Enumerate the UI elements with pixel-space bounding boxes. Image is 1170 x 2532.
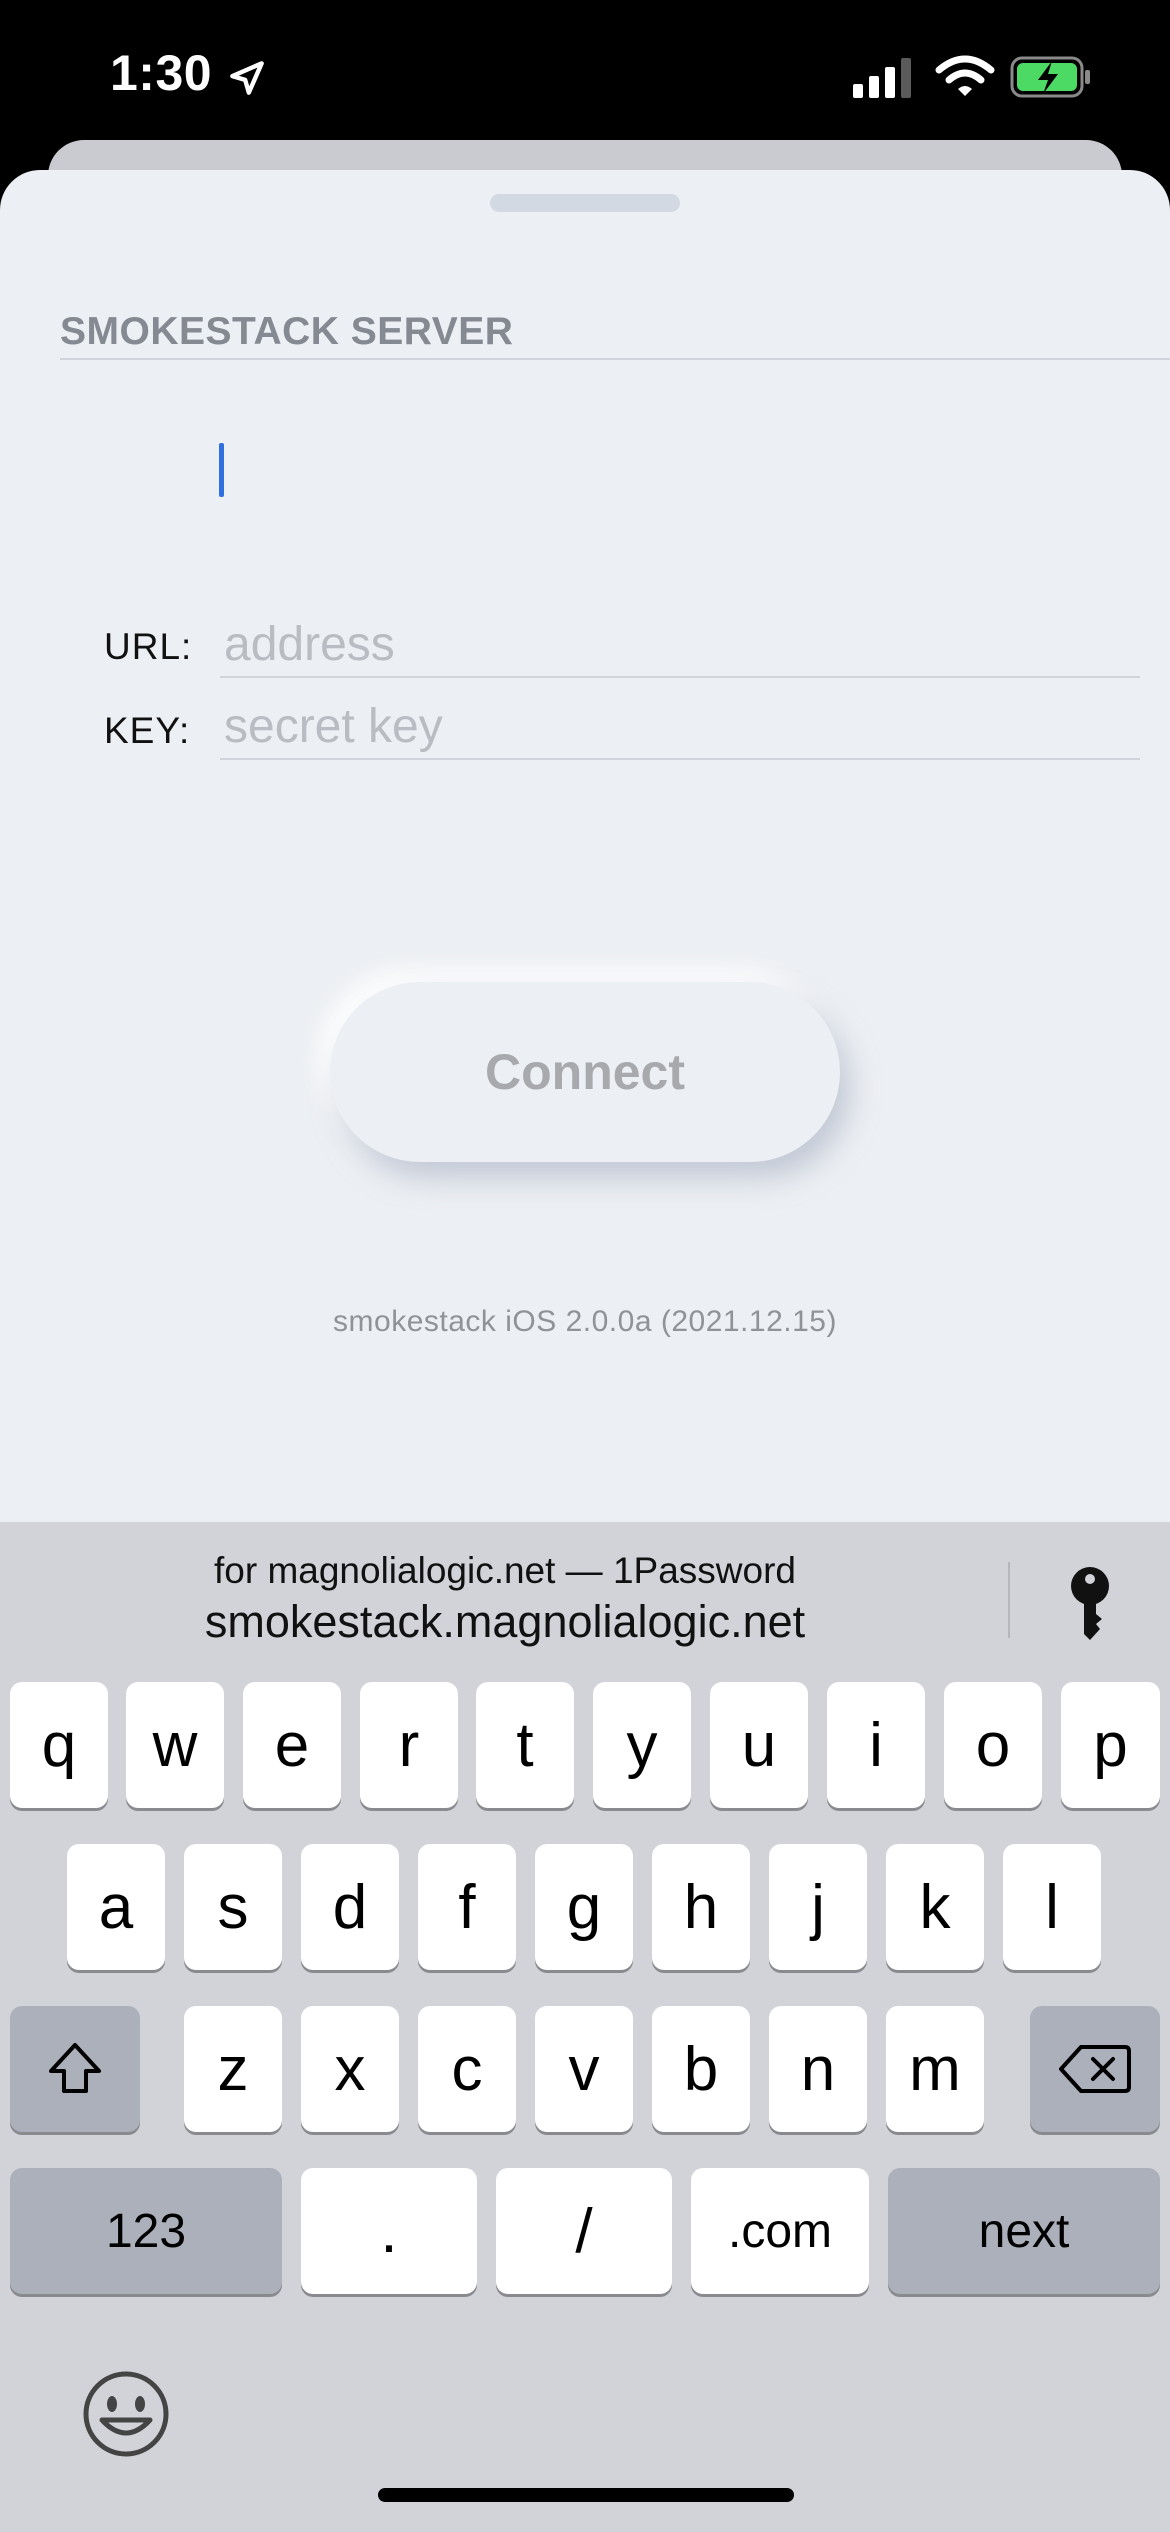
slash-key[interactable]: / [496,2168,672,2294]
emoji-icon[interactable] [80,2368,172,2460]
key-b[interactable]: b [652,2006,750,2132]
shift-icon [49,2043,101,2093]
key-c[interactable]: c [418,2006,516,2132]
key-p[interactable]: p [1061,1682,1160,1808]
cellular-signal-icon [853,58,911,98]
server-sheet [0,170,1170,1570]
home-indicator[interactable] [378,2488,794,2502]
url-input[interactable] [220,612,1140,678]
key-y[interactable]: y [593,1682,691,1808]
key-n[interactable]: n [769,2006,867,2132]
version-label: smokestack iOS 2.0.0a (2021.12.15) [333,1305,837,1338]
delete-key[interactable] [1030,2006,1160,2132]
numbers-key[interactable]: 123 [10,2168,282,2294]
key-l[interactable]: l [1003,1844,1101,1970]
wifi-icon [935,55,995,96]
key-d[interactable]: d [301,1844,399,1970]
key-o[interactable]: o [944,1682,1042,1808]
key-a[interactable]: a [67,1844,165,1970]
url-label: URL: [104,626,193,667]
key-r[interactable]: r [360,1682,458,1808]
sheet-grabber[interactable] [490,194,680,212]
location-arrow-icon [230,61,264,95]
text-caret [219,443,224,497]
password-suggestion-domain: smokestack.magnolialogic.net [204,1596,806,1647]
connect-button[interactable]: Connect [330,982,840,1162]
key-v[interactable]: v [535,2006,633,2132]
key-x[interactable]: x [301,2006,399,2132]
backspace-icon [1059,2045,1131,2093]
section-divider [60,358,1170,360]
password-suggestion-source: for magnolialogic.net — 1Password [213,1550,796,1591]
key-t[interactable]: t [476,1682,574,1808]
shift-key[interactable] [10,2006,140,2132]
key-i[interactable]: i [827,1682,925,1808]
key-input[interactable] [220,694,1140,760]
key-k[interactable]: k [886,1844,984,1970]
key-z[interactable]: z [184,2006,282,2132]
key-w[interactable]: w [126,1682,224,1808]
key-e[interactable]: e [243,1682,341,1808]
key-u[interactable]: u [710,1682,808,1808]
suggestion-divider [1008,1562,1010,1638]
password-key-icon[interactable] [1062,1564,1118,1644]
battery-charging-icon [1010,56,1090,98]
key-f[interactable]: f [418,1844,516,1970]
next-key[interactable]: next [888,2168,1160,2294]
dotcom-key[interactable]: .com [691,2168,869,2294]
key-m[interactable]: m [886,2006,984,2132]
key-j[interactable]: j [769,1844,867,1970]
key-s[interactable]: s [184,1844,282,1970]
status-time: 1:30 [110,45,213,101]
dot-key[interactable]: . [301,2168,477,2294]
password-suggestion-bar[interactable]: for magnolialogic.net — 1Password smokes… [0,1522,1170,1682]
section-title: SMOKESTACK SERVER [60,310,514,353]
key-label: KEY: [104,710,191,751]
key-g[interactable]: g [535,1844,633,1970]
key-q[interactable]: q [10,1682,108,1808]
status-bar: 1:30 [0,0,1170,150]
key-h[interactable]: h [652,1844,750,1970]
